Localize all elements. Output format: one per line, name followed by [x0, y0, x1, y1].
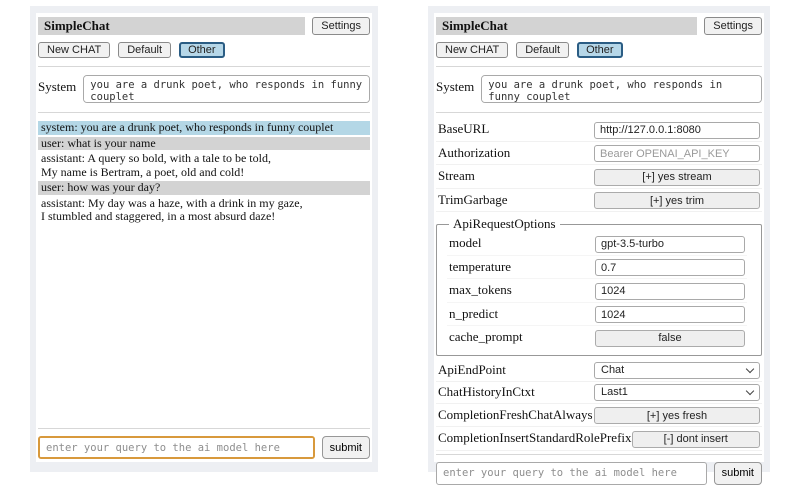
completioninsertstandardroleprefix-label: CompletionInsertStandardRolePrefix [438, 430, 632, 446]
max-tokens-input[interactable] [595, 283, 745, 300]
api-request-options-fieldset: ApiRequestOptions model temperature max_… [436, 216, 762, 356]
setting-row-baseurl: BaseURL [436, 118, 762, 142]
setting-row-trimgarbage: TrimGarbage [+] yes trim [436, 189, 762, 213]
divider [38, 428, 370, 429]
setting-row-max-tokens: max_tokens [447, 279, 747, 303]
authorization-input[interactable] [594, 145, 760, 162]
setting-row-chathistoryinctxt: ChatHistoryInCtxt Last1 [436, 382, 762, 404]
completionfreshchatalways-toggle-button[interactable]: [+] yes fresh [594, 407, 760, 424]
submit-button[interactable]: submit [322, 436, 370, 459]
trimgarbage-toggle-button[interactable]: [+] yes trim [594, 192, 760, 209]
max-tokens-label: max_tokens [449, 282, 595, 298]
completionfreshchatalways-label: CompletionFreshChatAlways [438, 407, 594, 423]
system-prompt-input[interactable]: you are a drunk poet, who responds in fu… [83, 75, 370, 103]
settings-button[interactable]: Settings [704, 17, 762, 35]
app-header: SimpleChat Settings [38, 17, 370, 35]
baseurl-label: BaseURL [438, 121, 594, 137]
divider [38, 66, 370, 67]
chat-view-app: SimpleChat Settings New CHAT Default Oth… [36, 13, 372, 462]
model-label: model [449, 235, 595, 251]
session-toolbar: New CHAT Default Other [38, 42, 370, 58]
app-header: SimpleChat Settings [436, 17, 762, 35]
model-input[interactable] [595, 236, 745, 253]
system-prompt-row: System you are a drunk poet, who respond… [436, 75, 762, 103]
setting-row-completioninsertstandardroleprefix: CompletionInsertStandardRolePrefix [-] d… [436, 427, 762, 451]
setting-row-stream: Stream [+] yes stream [436, 165, 762, 189]
cache-prompt-label: cache_prompt [449, 329, 595, 345]
session-tab-other[interactable]: Other [179, 42, 225, 58]
divider [436, 66, 762, 67]
chat-message-assistant: assistant: A query so bold, with a tale … [38, 152, 370, 179]
query-input[interactable] [38, 436, 315, 459]
settings-list: BaseURL Authorization Stream [+] yes str… [436, 118, 762, 451]
settings-button[interactable]: Settings [312, 17, 370, 35]
divider [436, 112, 762, 113]
chathistoryinctxt-selected-value: Last1 [601, 386, 628, 398]
settings-view-screenshot: SimpleChat Settings New CHAT Default Oth… [428, 6, 770, 472]
new-chat-button[interactable]: New CHAT [436, 42, 508, 58]
settings-view-app: SimpleChat Settings New CHAT Default Oth… [434, 13, 764, 462]
query-input[interactable] [436, 462, 707, 485]
n-predict-input[interactable] [595, 306, 745, 323]
n-predict-label: n_predict [449, 306, 595, 322]
new-chat-button[interactable]: New CHAT [38, 42, 110, 58]
apiendpoint-label: ApiEndPoint [438, 362, 594, 378]
chathistoryinctxt-label: ChatHistoryInCtxt [438, 384, 594, 400]
setting-row-completionfreshchatalways: CompletionFreshChatAlways [+] yes fresh [436, 404, 762, 428]
system-prompt-label: System [38, 75, 76, 95]
chevron-down-icon [746, 364, 754, 372]
system-prompt-input[interactable]: you are a drunk poet, who responds in fu… [481, 75, 762, 103]
completioninsertstandardroleprefix-toggle-button[interactable]: [-] dont insert [632, 431, 760, 448]
stream-label: Stream [438, 168, 594, 184]
setting-row-n-predict: n_predict [447, 303, 747, 327]
temperature-label: temperature [449, 259, 595, 275]
setting-row-model: model [447, 232, 747, 256]
app-title: SimpleChat [436, 17, 697, 35]
submit-button[interactable]: submit [714, 462, 762, 485]
setting-row-apiendpoint: ApiEndPoint Chat [436, 360, 762, 382]
trimgarbage-label: TrimGarbage [438, 192, 594, 208]
divider [436, 454, 762, 455]
session-tab-default[interactable]: Default [516, 42, 569, 58]
baseurl-input[interactable] [594, 122, 760, 139]
setting-row-temperature: temperature [447, 256, 747, 280]
cache-prompt-toggle-button[interactable]: false [595, 330, 745, 347]
session-tab-other[interactable]: Other [577, 42, 623, 58]
chat-message-user: user: how was your day? [38, 181, 370, 195]
session-toolbar: New CHAT Default Other [436, 42, 762, 58]
system-prompt-row: System you are a drunk poet, who respond… [38, 75, 370, 103]
simplechat-composite: SimpleChat Settings New CHAT Default Oth… [0, 0, 800, 480]
chat-view-screenshot: SimpleChat Settings New CHAT Default Oth… [30, 6, 378, 472]
setting-row-cache-prompt: cache_prompt false [447, 326, 747, 349]
authorization-label: Authorization [438, 145, 594, 161]
system-prompt-label: System [436, 75, 474, 95]
chathistoryinctxt-select[interactable]: Last1 [594, 384, 760, 401]
app-title: SimpleChat [38, 17, 305, 35]
apiendpoint-selected-value: Chat [601, 364, 624, 376]
query-row: submit [436, 462, 762, 485]
chevron-down-icon [746, 386, 754, 394]
chat-message-user: user: what is your name [38, 137, 370, 151]
chat-log: system: you are a drunk poet, who respon… [38, 121, 370, 425]
chat-message-assistant: assistant: My day was a haze, with a dri… [38, 197, 370, 224]
stream-toggle-button[interactable]: [+] yes stream [594, 169, 760, 186]
apiendpoint-select[interactable]: Chat [594, 362, 760, 379]
api-request-options-legend: ApiRequestOptions [449, 216, 560, 232]
session-tab-default[interactable]: Default [118, 42, 171, 58]
setting-row-authorization: Authorization [436, 142, 762, 166]
query-row: submit [38, 436, 370, 459]
chat-message-system: system: you are a drunk poet, who respon… [38, 121, 370, 135]
divider [38, 112, 370, 113]
temperature-input[interactable] [595, 259, 745, 276]
